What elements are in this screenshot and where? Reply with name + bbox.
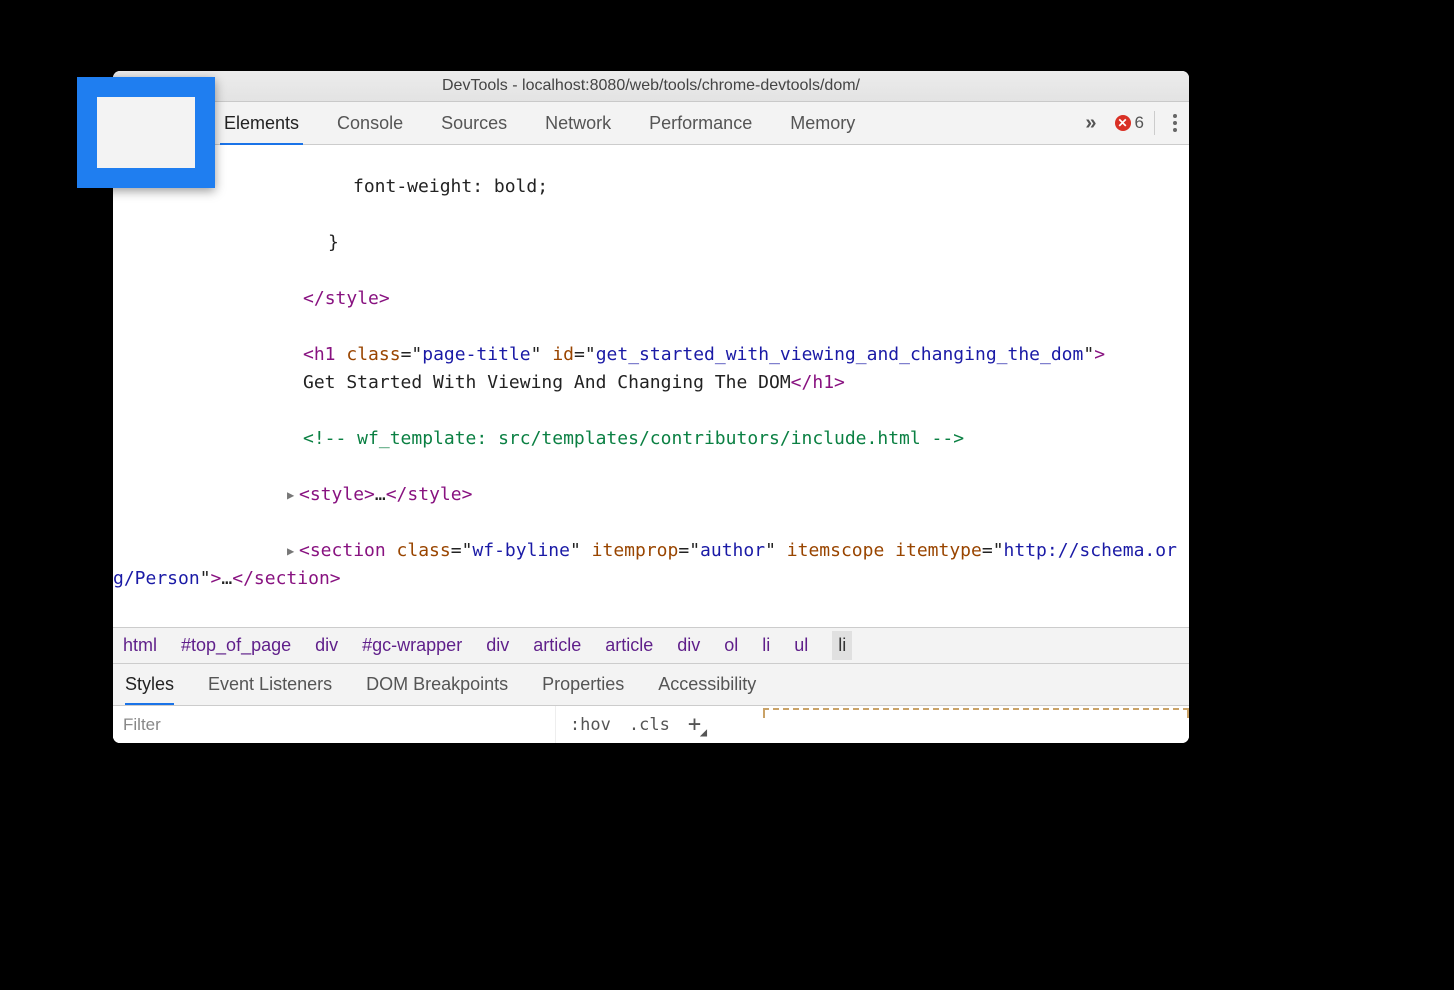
comment[interactable]: <!-- wf_template: src/templates/contribu… xyxy=(303,428,964,449)
error-count: 6 xyxy=(1135,113,1144,133)
tab-elements[interactable]: Elements xyxy=(224,102,299,144)
tab-performance[interactable]: Performance xyxy=(649,102,752,144)
styles-filter-row: :hov .cls +◢ xyxy=(113,705,1189,743)
hov-button[interactable]: :hov xyxy=(570,715,611,735)
tag-style-close[interactable]: style xyxy=(325,288,379,309)
styles-panel-tabs: Styles Event Listeners DOM Breakpoints P… xyxy=(113,663,1189,705)
breadcrumb-item[interactable]: article xyxy=(605,635,653,656)
filter-buttons: :hov .cls +◢ xyxy=(555,706,715,743)
tab-network[interactable]: Network xyxy=(545,102,611,144)
inspect-tool-highlight xyxy=(77,77,215,188)
h1-text: Get Started With Viewing And Changing Th… xyxy=(303,372,791,393)
filter-input[interactable] xyxy=(113,706,555,743)
breadcrumb-item[interactable]: li xyxy=(762,635,770,656)
cls-button[interactable]: .cls xyxy=(629,715,670,735)
tag-section[interactable]: section xyxy=(310,540,386,561)
tag-h1[interactable]: h1 xyxy=(314,344,336,365)
breadcrumb-item[interactable]: div xyxy=(677,635,700,656)
devtools-window: DevTools - localhost:8080/web/tools/chro… xyxy=(113,71,1189,743)
breadcrumb-item[interactable]: div xyxy=(486,635,509,656)
breadcrumb-item[interactable]: html xyxy=(123,635,157,656)
tab-dom-breakpoints[interactable]: DOM Breakpoints xyxy=(366,664,508,705)
panel-tabs: Elements Console Sources Network Perform… xyxy=(206,102,1073,144)
settings-menu-icon[interactable] xyxy=(1173,114,1177,132)
error-badge[interactable]: ✕ 6 xyxy=(1115,111,1155,135)
expand-arrow-icon[interactable]: ▶ xyxy=(287,537,299,565)
new-style-rule-button[interactable]: +◢ xyxy=(688,712,701,737)
more-tabs-icon[interactable]: » xyxy=(1085,112,1096,135)
breadcrumbs: html #top_of_page div #gc-wrapper div ar… xyxy=(113,627,1189,663)
error-icon: ✕ xyxy=(1115,115,1131,131)
toolbar-right: » ✕ 6 xyxy=(1073,102,1189,144)
elements-panel: font-weight: bold; } </style> <h1 class=… xyxy=(113,145,1189,743)
tab-properties[interactable]: Properties xyxy=(542,664,624,705)
titlebar: DevTools - localhost:8080/web/tools/chro… xyxy=(113,71,1189,102)
breadcrumb-item[interactable]: #top_of_page xyxy=(181,635,291,656)
expand-arrow-icon[interactable]: ▶ xyxy=(287,481,299,509)
code-text: } xyxy=(328,232,339,253)
tab-styles[interactable]: Styles xyxy=(125,664,174,705)
breadcrumb-item[interactable]: article xyxy=(533,635,581,656)
tab-console[interactable]: Console xyxy=(337,102,403,144)
breadcrumb-item[interactable]: ul xyxy=(794,635,808,656)
tab-event-listeners[interactable]: Event Listeners xyxy=(208,664,332,705)
code-text: font-weight: bold; xyxy=(353,176,548,197)
inspect-tool-highlight-inner xyxy=(97,97,195,168)
tab-memory[interactable]: Memory xyxy=(790,102,855,144)
breadcrumb-item[interactable]: div xyxy=(315,635,338,656)
tab-sources[interactable]: Sources xyxy=(441,102,507,144)
dom-tree[interactable]: font-weight: bold; } </style> <h1 class=… xyxy=(113,145,1189,627)
breadcrumb-item[interactable]: ol xyxy=(724,635,738,656)
breadcrumb-item-selected[interactable]: li xyxy=(832,631,852,660)
breadcrumb-item[interactable]: #gc-wrapper xyxy=(362,635,462,656)
tag-style[interactable]: style xyxy=(310,484,364,505)
tab-accessibility[interactable]: Accessibility xyxy=(658,664,756,705)
box-model-area xyxy=(763,708,1189,718)
devtools-toolbar: Elements Console Sources Network Perform… xyxy=(113,102,1189,145)
window-title: DevTools - localhost:8080/web/tools/chro… xyxy=(113,77,1189,95)
